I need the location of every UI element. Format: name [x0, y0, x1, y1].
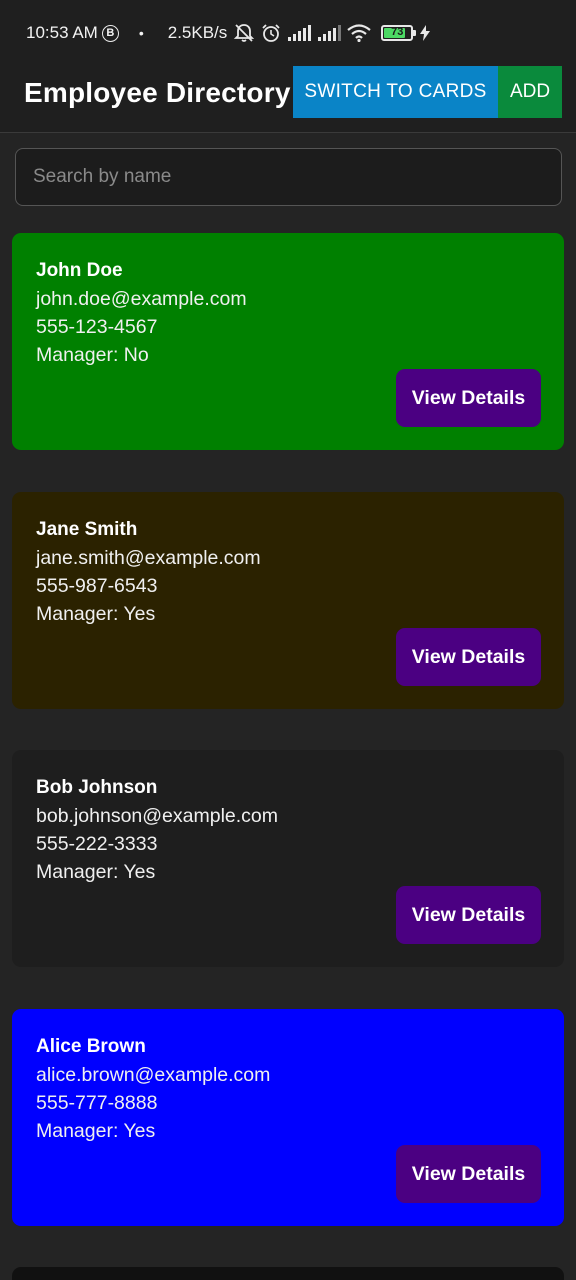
switch-to-cards-button[interactable]: SWITCH TO CARDS: [293, 66, 498, 118]
view-details-button[interactable]: View Details: [396, 1145, 541, 1203]
employee-name: Jane Smith: [36, 519, 138, 540]
battery-icon: 73: [381, 25, 417, 41]
status-time: 10:53 AM: [26, 23, 98, 42]
status-dot: •: [138, 25, 144, 41]
charging-bolt-icon: [419, 25, 431, 41]
app-header: Employee Directory SWITCH TO CARDS ADD: [0, 66, 576, 133]
employee-email: john.doe@example.com: [36, 288, 247, 310]
employee-card: John Doe john.doe@example.com 555-123-45…: [12, 233, 564, 450]
employee-card: Alice Brown alice.brown@example.com 555-…: [12, 1009, 564, 1226]
alarm-icon: [261, 23, 281, 43]
employee-card: Bob Johnson bob.johnson@example.com 555-…: [12, 750, 564, 967]
battery-level: 73: [391, 26, 404, 38]
status-bar: 10:53 AM B • 2.5KB/s 73: [0, 0, 576, 66]
b-badge-icon: B: [101, 24, 119, 42]
employee-email: jane.smith@example.com: [36, 547, 261, 569]
employee-card-partial: [12, 1267, 564, 1280]
network-speed: 2.5KB/s: [167, 23, 228, 42]
employee-email: bob.johnson@example.com: [36, 805, 279, 827]
employee-phone: 555-987-6543: [36, 575, 158, 597]
employee-manager-status: Manager: Yes: [36, 1120, 156, 1142]
view-details-button[interactable]: View Details: [396, 628, 541, 686]
employee-phone: 555-222-3333: [36, 833, 158, 855]
employee-manager-status: Manager: Yes: [36, 861, 156, 883]
employee-name: Alice Brown: [36, 1036, 146, 1057]
employee-manager-status: Manager: Yes: [36, 603, 156, 625]
employee-card: Jane Smith jane.smith@example.com 555-98…: [12, 492, 564, 709]
employee-phone: 555-777-8888: [36, 1092, 158, 1114]
employee-name: John Doe: [36, 260, 123, 281]
signal-icon: [287, 25, 312, 41]
employee-phone: 555-123-4567: [36, 316, 158, 338]
view-details-button[interactable]: View Details: [396, 369, 541, 427]
wifi-icon: [347, 24, 371, 42]
signal-icon-2: [317, 25, 342, 41]
mute-bell-icon: [233, 23, 255, 43]
view-details-button[interactable]: View Details: [396, 886, 541, 944]
add-button[interactable]: ADD: [498, 66, 562, 118]
employee-manager-status: Manager: No: [36, 344, 149, 366]
employee-name: Bob Johnson: [36, 777, 158, 798]
search-input[interactable]: [15, 148, 562, 206]
page-title: Employee Directory: [24, 77, 291, 108]
employee-email: alice.brown@example.com: [36, 1064, 271, 1086]
status-icons: 73: [233, 23, 431, 43]
